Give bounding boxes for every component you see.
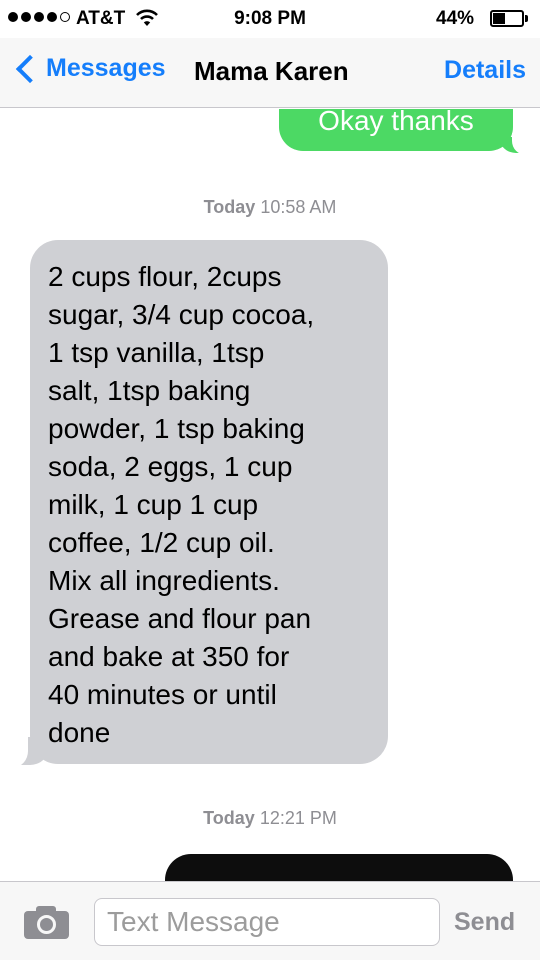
conversation-title: Mama Karen [194, 56, 349, 86]
send-button[interactable]: Send [454, 908, 515, 937]
message-input-toolbar: Send [0, 881, 540, 960]
timestamp-day: Today [203, 197, 256, 217]
navigation-bar: Messages Mama Karen Details [0, 38, 540, 108]
conversation-view[interactable]: Okay thanks Today 10:58 AM 2 cups flour,… [0, 109, 540, 881]
outgoing-message[interactable]: Okay thanks [279, 109, 513, 151]
battery-icon [490, 10, 524, 27]
text-message-input[interactable] [94, 898, 440, 946]
status-bar: AT&T 9:08 PM 44% [0, 0, 540, 38]
chevron-left-icon [15, 54, 45, 83]
battery-level [493, 13, 505, 24]
camera-icon[interactable] [24, 906, 69, 939]
battery-percent: 44% [436, 8, 475, 29]
outgoing-image-message[interactable] [165, 854, 513, 881]
back-button[interactable]: Messages [12, 54, 166, 83]
timestamp-time: 12:21 PM [259, 808, 337, 828]
details-button[interactable]: Details [444, 56, 526, 85]
back-label: Messages [46, 54, 166, 82]
timestamp-day: Today [203, 808, 255, 828]
battery-tip [525, 15, 528, 22]
camera-lens [37, 915, 56, 934]
incoming-message[interactable]: 2 cups flour, 2cups sugar, 3/4 cup cocoa… [30, 240, 388, 764]
message-timestamp: Today 12:21 PM [0, 808, 540, 829]
bubble-tail-mask [6, 729, 28, 767]
message-timestamp: Today 10:58 AM [0, 197, 540, 218]
timestamp-time: 10:58 AM [260, 197, 337, 217]
